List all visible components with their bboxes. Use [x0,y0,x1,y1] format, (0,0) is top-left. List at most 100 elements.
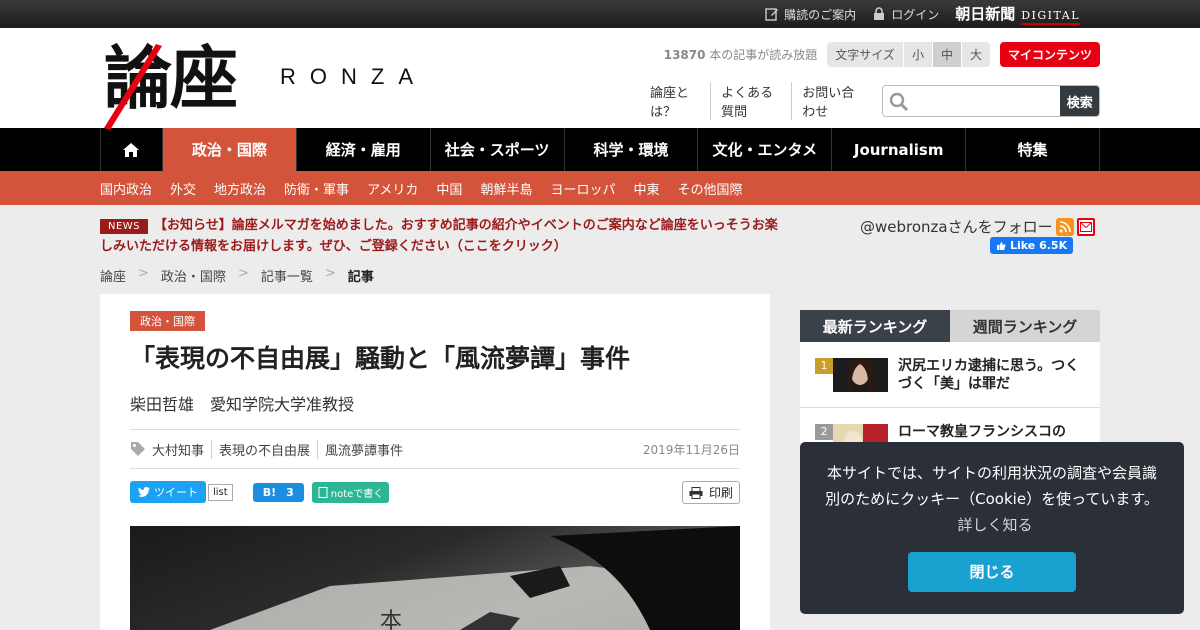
fb-like-label: Like 6.5K [1010,239,1068,252]
cookie-close-button[interactable]: 閉じる [908,552,1076,592]
search-button[interactable]: 検索 [1060,86,1099,116]
article-author: 柴田哲雄 愛知学院大学准教授 [130,395,355,414]
nav-special[interactable]: 特集 [966,128,1100,171]
breadcrumb-current: 記事 [347,270,374,285]
tag-link[interactable]: 大村知事 [150,440,211,459]
news-text: 【お知らせ】論座メルマガを始めました。おすすめ記事の紹介やイベントのご案内など論… [100,218,778,254]
follow-area: @webronzaさんをフォロー [860,216,1095,237]
digital-logo-text: DIGITAL [1021,9,1080,25]
article-title: 「表現の不自由展」騒動と「風流夢譚」事件 [130,344,631,373]
main-nav: 政治・国際 経済・雇用 社会・スポーツ 科学・環境 文化・エンタメ Journa… [0,128,1200,171]
breadcrumb: 論座 > 政治・国際 > 記事一覧 > 記事 [100,266,374,285]
article-count-text: 本の記事が読み放題 [705,47,818,62]
ranking-title: ローマ教皇フランシスコの [898,424,1066,440]
print-label: 印刷 [708,486,733,500]
font-size-medium[interactable]: 中 [931,41,961,67]
nav-culture[interactable]: 文化・エンタメ [698,128,833,171]
thumbs-up-icon [997,241,1006,250]
home-icon [123,142,140,157]
hatena-count: 3 [286,485,294,499]
nav-economy[interactable]: 経済・雇用 [297,128,431,171]
my-contents-button[interactable]: マイコンテンツ [999,41,1100,67]
nav-society[interactable]: 社会・スポーツ [431,128,565,171]
search-form: 検索 [882,85,1100,117]
subnav-middle-east[interactable]: 中東 [633,179,659,198]
nav-journalism[interactable]: Journalism [832,128,967,171]
top-bar: 購読のご案内 ログイン 朝日新聞 DIGITAL [0,0,1200,28]
share-bar: ツイート list B! 3 noteで書く 印刷 [130,481,740,504]
breadcrumb-home[interactable]: 論座 [100,266,126,285]
sub-nav: 国内政治 外交 地方政治 防衛・軍事 アメリカ 中国 朝鮮半島 ヨーロッパ 中東… [0,171,1200,205]
font-size-small[interactable]: 小 [902,41,932,67]
search-input[interactable] [883,86,1061,116]
font-size-selector: 文字サイズ 小 中 大 [827,41,990,67]
tweet-label: ツイート [154,486,198,499]
search-icon [890,92,909,112]
contact-link[interactable]: お問い合わせ [791,82,872,120]
about-link[interactable]: 論座とは？ [640,82,710,120]
subscribe-link[interactable]: 購読のご案内 [765,6,856,23]
login-label: ログイン [891,7,940,22]
rss-icon[interactable] [1055,217,1074,236]
login-link[interactable]: ログイン [872,6,939,23]
news-badge: NEWS [100,219,149,234]
asahi-digital-logo[interactable]: 朝日新聞 DIGITAL [955,3,1080,25]
ranking-title: 沢尻エリカ逮捕に思う。つくづく「美」は罪だ [898,358,1080,392]
tag-icon [131,442,145,456]
article-photo: 本 [130,526,740,630]
rank-number: 2 [815,424,833,440]
note-share-button[interactable]: noteで書く [311,481,390,503]
lock-icon [872,7,886,21]
article-date: 2019年11月26日 [642,442,740,457]
breadcrumb-list[interactable]: 記事一覧 [261,266,313,285]
logo-romaji: RONZA [280,64,427,89]
article-count: 13870 本の記事が読み放題 [664,46,818,63]
print-button[interactable]: 印刷 [681,481,740,504]
cookie-text: 本サイトでは、サイトの利用状況の調査や会員識別のためにクッキー（Cookie）を… [825,464,1159,508]
article-count-number: 13870 [663,47,706,62]
ranking-item[interactable]: 1 沢尻エリカ逮捕に思う。つくづく「美」は罪だ [800,342,1100,408]
ronza-logo[interactable]: 論座 RONZA [104,38,444,130]
tab-latest-ranking[interactable]: 最新ランキング [800,310,950,342]
hatena-label: B! [262,485,277,499]
twitter-bird-icon [138,487,150,497]
rank-number: 1 [815,358,833,374]
mail-icon[interactable] [1076,217,1095,236]
subnav-diplomacy[interactable]: 外交 [170,179,196,198]
breadcrumb-separator: > [237,266,249,281]
nav-politics[interactable]: 政治・国際 [162,128,297,171]
subnav-other[interactable]: その他国際 [677,179,742,198]
tweet-button[interactable]: ツイート [130,481,206,503]
subnav-local[interactable]: 地方政治 [214,179,266,198]
tab-weekly-ranking[interactable]: 週間ランキング [950,310,1100,342]
article-card: 政治・国際 「表現の不自由展」騒動と「風流夢譚」事件 柴田哲雄 愛知学院大学准教… [100,294,770,630]
nav-science[interactable]: 科学・環境 [565,128,699,171]
font-size-label: 文字サイズ [835,47,895,62]
note-label: noteで書く [330,488,384,500]
twitter-follow-link[interactable]: @webronzaさんをフォロー [860,216,1053,237]
nav-home[interactable] [101,128,163,171]
tag-link[interactable]: 風流夢譚事件 [317,439,410,459]
tag-link[interactable]: 表現の不自由展 [211,439,317,459]
subnav-defense[interactable]: 防衛・軍事 [284,179,349,198]
asahi-logo-text: 朝日新聞 [955,5,1016,23]
hatena-bookmark-button[interactable]: B! 3 [252,482,304,502]
news-notice[interactable]: NEWS 【お知らせ】論座メルマガを始めました。おすすめ記事の紹介やイベントのご案… [100,216,780,257]
logo-slash-mark [104,44,162,130]
breadcrumb-separator: > [324,266,336,281]
subnav-usa[interactable]: アメリカ [367,179,418,198]
subnav-domestic[interactable]: 国内政治 [100,179,152,198]
article-category-badge[interactable]: 政治・国際 [130,311,205,331]
cookie-more-link[interactable]: 詳しく知る [957,516,1032,534]
faq-link[interactable]: よくある質問 [710,82,791,120]
subnav-china[interactable]: 中国 [436,179,462,198]
subnav-europe[interactable]: ヨーロッパ [550,179,615,198]
printer-icon [689,486,703,499]
facebook-like-button[interactable]: Like 6.5K [990,237,1074,254]
font-size-large[interactable]: 大 [960,41,990,67]
ranking-thumbnail [833,358,888,392]
breadcrumb-category[interactable]: 政治・国際 [161,266,226,285]
subnav-korea[interactable]: 朝鮮半島 [480,179,532,198]
tag-row: 大村知事 表現の不自由展 風流夢譚事件 2019年11月26日 [130,429,740,469]
subscribe-label: 購読のご案内 [784,7,857,22]
